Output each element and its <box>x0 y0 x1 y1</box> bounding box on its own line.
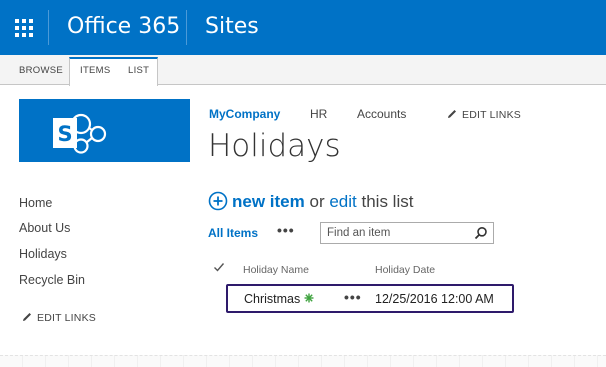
topnav-edit-links[interactable]: EDIT LINKS <box>446 108 521 121</box>
select-all-check-icon[interactable] <box>213 261 225 273</box>
this-list-text: this list <box>361 192 414 211</box>
view-more-ellipsis[interactable]: ••• <box>277 222 295 238</box>
app-title[interactable]: Office 365 <box>67 14 180 39</box>
row-more-ellipsis[interactable]: ••• <box>344 289 362 305</box>
quicklaunch-item-about-us[interactable]: About Us <box>19 221 70 235</box>
tab-browse[interactable]: BROWSE <box>19 55 63 85</box>
page-bottom-border <box>0 355 606 367</box>
quicklaunch-item-holidays[interactable]: Holidays <box>19 247 67 261</box>
ribbon-tabs: BROWSE ITEMS LIST <box>0 55 606 86</box>
add-circle-icon[interactable] <box>208 191 228 211</box>
search-input[interactable] <box>321 223 471 243</box>
section-title[interactable]: Sites <box>205 14 259 39</box>
new-item-link[interactable]: new item <box>232 192 305 211</box>
row-holiday-date: 12/25/2016 12:00 AM <box>375 292 494 306</box>
quicklaunch-edit-links[interactable]: EDIT LINKS <box>21 311 96 324</box>
row-holiday-name[interactable]: Christmas <box>244 292 300 306</box>
page-title: Holidays <box>208 128 341 164</box>
search-box <box>320 222 494 244</box>
search-icon[interactable] <box>474 226 488 240</box>
new-item-sparkle-icon <box>304 293 314 303</box>
topnav-item-hr[interactable]: HR <box>310 107 327 121</box>
divider <box>48 10 49 45</box>
view-all-items[interactable]: All Items <box>208 226 258 240</box>
pencil-icon <box>448 110 456 118</box>
divider <box>186 10 187 45</box>
column-header-holiday-name[interactable]: Holiday Name <box>243 264 309 276</box>
edit-links-label: EDIT LINKS <box>462 109 521 121</box>
quicklaunch-item-recycle-bin[interactable]: Recycle Bin <box>19 273 85 287</box>
site-logo[interactable]: S <box>19 99 190 162</box>
topnav-item-accounts[interactable]: Accounts <box>357 107 406 121</box>
new-item-bar: new item or edit this list <box>208 191 413 212</box>
column-header-holiday-date[interactable]: Holiday Date <box>375 264 435 276</box>
app-launcher-icon[interactable] <box>0 0 48 55</box>
pencil-icon <box>23 313 31 321</box>
edit-list-link[interactable]: edit <box>329 192 356 211</box>
tab-items[interactable]: ITEMS <box>80 55 111 85</box>
or-text: or <box>309 192 325 211</box>
sharepoint-logo-icon: S <box>53 113 107 154</box>
tab-list[interactable]: LIST <box>128 55 149 85</box>
edit-links-label: EDIT LINKS <box>37 312 96 324</box>
topnav-item-mycompany[interactable]: MyCompany <box>209 107 280 121</box>
suite-bar: Office 365 Sites <box>0 0 606 55</box>
quicklaunch-item-home[interactable]: Home <box>19 196 52 210</box>
svg-text:S: S <box>57 122 72 146</box>
